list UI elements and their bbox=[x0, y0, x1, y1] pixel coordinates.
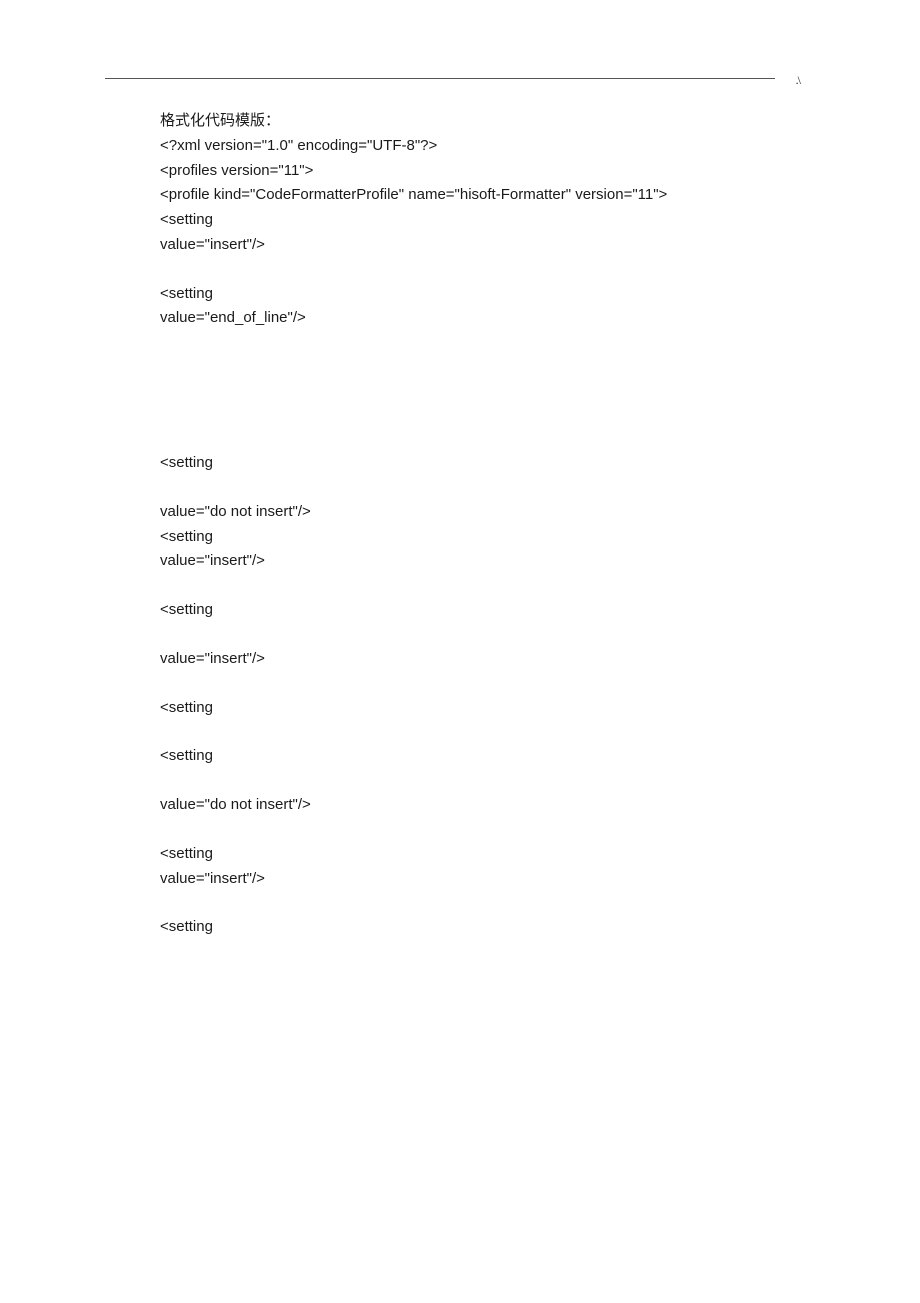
blank-gap bbox=[160, 331, 830, 427]
text-line: value="end_of_line"/> bbox=[160, 306, 830, 331]
document-body: 格式化代码模版：<?xml version="1.0" encoding="UT… bbox=[160, 109, 830, 940]
text-line: <setting bbox=[160, 842, 830, 867]
text-line: value="insert"/> bbox=[160, 867, 830, 892]
document-page: .\ 格式化代码模版：<?xml version="1.0" encoding=… bbox=[0, 0, 920, 1303]
text-line: <setting bbox=[160, 451, 830, 476]
text-line: <setting bbox=[160, 598, 830, 623]
text-line: value="do not insert"/> bbox=[160, 500, 830, 525]
text-line: 格式化代码模版： bbox=[160, 109, 830, 134]
text-line: <profiles version="11"> bbox=[160, 159, 830, 184]
text-line: value="do not insert"/> bbox=[160, 793, 830, 818]
text-line: value="insert"/> bbox=[160, 549, 830, 574]
blank-line bbox=[160, 258, 830, 282]
text-line: <setting bbox=[160, 744, 830, 769]
header-rule bbox=[105, 78, 775, 79]
text-line: <setting bbox=[160, 915, 830, 940]
blank-line bbox=[160, 720, 830, 744]
blank-line bbox=[160, 818, 830, 842]
blank-line bbox=[160, 672, 830, 696]
text-line: <setting bbox=[160, 525, 830, 550]
blank-line bbox=[160, 769, 830, 793]
blank-line bbox=[160, 891, 830, 915]
blank-line bbox=[160, 427, 830, 451]
text-line: <setting bbox=[160, 208, 830, 233]
blank-line bbox=[160, 623, 830, 647]
text-line: <profile kind="CodeFormatterProfile" nam… bbox=[160, 183, 830, 208]
blank-line bbox=[160, 574, 830, 598]
text-line: <setting bbox=[160, 696, 830, 721]
blank-line bbox=[160, 476, 830, 500]
text-line: <setting bbox=[160, 282, 830, 307]
text-line: value="insert"/> bbox=[160, 647, 830, 672]
corner-mark: .\ bbox=[796, 73, 800, 88]
text-line: <?xml version="1.0" encoding="UTF-8"?> bbox=[160, 134, 830, 159]
text-line: value="insert"/> bbox=[160, 233, 830, 258]
